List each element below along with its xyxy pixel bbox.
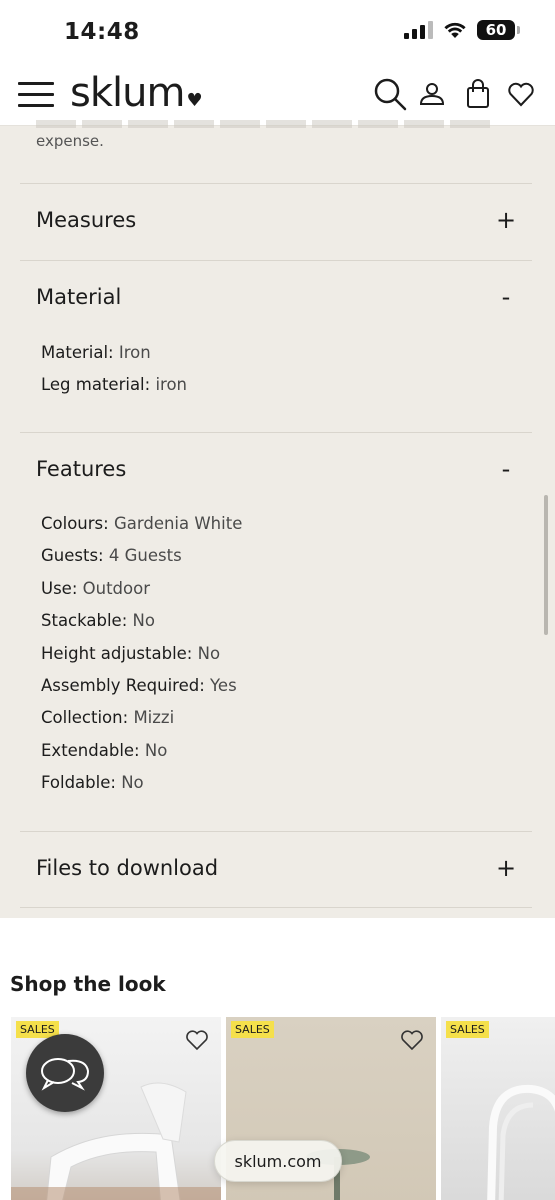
scrollbar[interactable] [544,495,548,635]
heart-icon[interactable] [503,76,539,112]
clipped-text-line [36,120,496,128]
feature-row-colours: Colours: Gardenia White [41,514,243,533]
feature-row-guests: Guests: 4 Guests [41,546,182,566]
feature-row-stackable: Stackable: No [41,611,155,631]
material-row: Material: Iron [41,343,151,362]
chat-bubbles-icon [41,1058,90,1091]
sklum-logo[interactable]: sklum ♥ [70,70,203,116]
shopping-bag-icon[interactable] [460,76,496,112]
hamburger-menu-icon[interactable] [18,82,54,108]
wishlist-heart-icon[interactable] [185,1029,209,1051]
accordion-title-files: Files to download [36,856,219,880]
wishlist-heart-icon[interactable] [400,1029,424,1051]
user-icon[interactable] [414,76,450,112]
battery-icon: 60 [477,20,520,40]
sales-badge: SALES [446,1021,489,1038]
plus-icon[interactable]: + [496,206,516,234]
feature-row-height-adjustable: Height adjustable: No [41,643,221,663]
accordion-features: Features - Colours: Gardenia White Guest… [20,432,532,831]
browser-url-pill[interactable]: sklum.com [214,1140,342,1182]
leg-material-row: Leg material: iron [41,375,188,395]
accordion-title-features[interactable]: Features [36,457,126,481]
shop-the-look-title: Shop the look [10,972,166,996]
status-bar: 14:48 60 [0,0,555,62]
wifi-icon [444,22,466,38]
product-card[interactable]: SALES [441,1017,555,1200]
feature-row-foldable: Foldable: No [41,773,144,793]
bistro-chair-image [487,1084,555,1200]
product-details-panel: expense. Measures + Material - Material:… [0,120,555,918]
sales-badge: SALES [231,1021,274,1038]
accordion-material: Material - Material: Iron Leg material: … [20,260,532,432]
status-time: 14:48 [64,19,140,45]
accordion-measures[interactable]: Measures + [20,183,532,260]
plus-icon[interactable]: + [496,854,516,882]
logo-heart-icon: ♥ [186,90,202,111]
logo-text: sklum [70,70,185,116]
feature-row-extendable: Extendable: No [41,740,168,760]
accordion-files-to-download[interactable]: Files to download + [20,831,532,908]
search-icon[interactable] [372,76,408,112]
description-tail-text: expense. [36,132,104,150]
feature-row-use: Use: Outdoor [41,578,151,598]
minus-icon[interactable]: - [496,455,516,483]
chat-button[interactable] [26,1034,104,1112]
minus-icon[interactable]: - [496,283,516,311]
accordion-title-material[interactable]: Material [36,285,121,309]
feature-row-collection: Collection: Mizzi [41,708,175,728]
status-icons: 60 [404,20,520,40]
cellular-signal-icon [404,21,433,39]
feature-row-assembly: Assembly Required: Yes [41,675,237,695]
site-header: sklum ♥ [0,62,555,126]
features-list: Colours: Gardenia White Guests: 4 Guests… [41,508,242,800]
accordion-title-measures: Measures [36,208,137,232]
material-list: Material: Iron Leg material: iron [41,337,187,402]
